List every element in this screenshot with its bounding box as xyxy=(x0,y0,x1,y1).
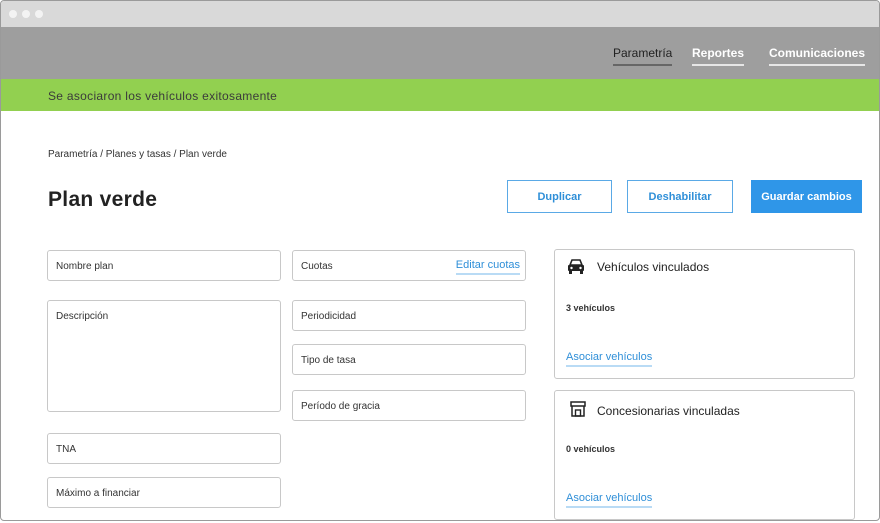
edit-cuotas-link[interactable]: Editar cuotas xyxy=(455,259,520,275)
tipo-tasa-label: Tipo de tasa xyxy=(301,355,356,366)
concesionarias-count: 0 vehículos xyxy=(566,444,616,454)
periodicidad-label: Periodicidad xyxy=(301,311,357,322)
nombre-plan-label: Nombre plan xyxy=(56,261,114,272)
window-maximize-dot[interactable] xyxy=(35,10,43,18)
nav-parametria[interactable]: Parametría xyxy=(613,46,673,66)
success-message: Se asociaron los vehículos exitosamente xyxy=(48,89,278,103)
car-icon xyxy=(566,258,586,281)
cuotas-field[interactable]: Cuotas Editar cuotas xyxy=(292,250,526,281)
periodo-gracia-field[interactable]: Período de gracia xyxy=(292,390,526,421)
periodicidad-field[interactable]: Periodicidad xyxy=(292,300,526,331)
asociar-concesionarias-link[interactable]: Asociar vehículos xyxy=(566,492,653,508)
success-banner: Se asociaron los vehículos exitosamente xyxy=(1,79,879,111)
top-navbar: Parametría Reportes Comunicaciones xyxy=(1,27,879,79)
disable-button[interactable]: Deshabilitar xyxy=(627,180,733,213)
page-title: Plan verde xyxy=(48,188,158,211)
vehiculos-card: Vehículos vinculados 3 vehículos Asociar… xyxy=(554,249,855,379)
asociar-vehiculos-link[interactable]: Asociar vehículos xyxy=(566,351,653,367)
save-changes-button[interactable]: Guardar cambios xyxy=(751,180,862,213)
browser-window: Parametría Reportes Comunicaciones Se as… xyxy=(0,0,880,521)
concesionarias-card-title: Concesionarias vinculadas xyxy=(597,404,740,418)
maximo-financiar-label: Máximo a financiar xyxy=(56,488,140,499)
breadcrumb: Parametría / Planes y tasas / Plan verde xyxy=(48,149,227,160)
descripcion-field[interactable]: Descripción xyxy=(47,300,281,412)
window-titlebar xyxy=(1,1,879,27)
nav-comunicaciones[interactable]: Comunicaciones xyxy=(769,46,866,66)
nav-reportes[interactable]: Reportes xyxy=(692,46,745,66)
nombre-plan-field[interactable]: Nombre plan xyxy=(47,250,281,281)
vehiculos-card-title: Vehículos vinculados xyxy=(597,260,710,274)
tipo-tasa-field[interactable]: Tipo de tasa xyxy=(292,344,526,375)
duplicate-button[interactable]: Duplicar xyxy=(507,180,612,213)
periodo-gracia-label: Período de gracia xyxy=(301,401,380,412)
window-minimize-dot[interactable] xyxy=(22,10,30,18)
maximo-financiar-field[interactable]: Máximo a financiar xyxy=(47,477,281,508)
vehiculos-count: 3 vehículos xyxy=(566,303,616,313)
tna-label: TNA xyxy=(56,444,76,455)
cuotas-label: Cuotas xyxy=(301,261,333,272)
concesionarias-card: Concesionarias vinculadas 0 vehículos As… xyxy=(554,390,855,520)
window-close-dot[interactable] xyxy=(9,10,17,18)
tna-field[interactable]: TNA xyxy=(47,433,281,464)
descripcion-label: Descripción xyxy=(56,311,109,322)
store-icon xyxy=(569,400,587,423)
